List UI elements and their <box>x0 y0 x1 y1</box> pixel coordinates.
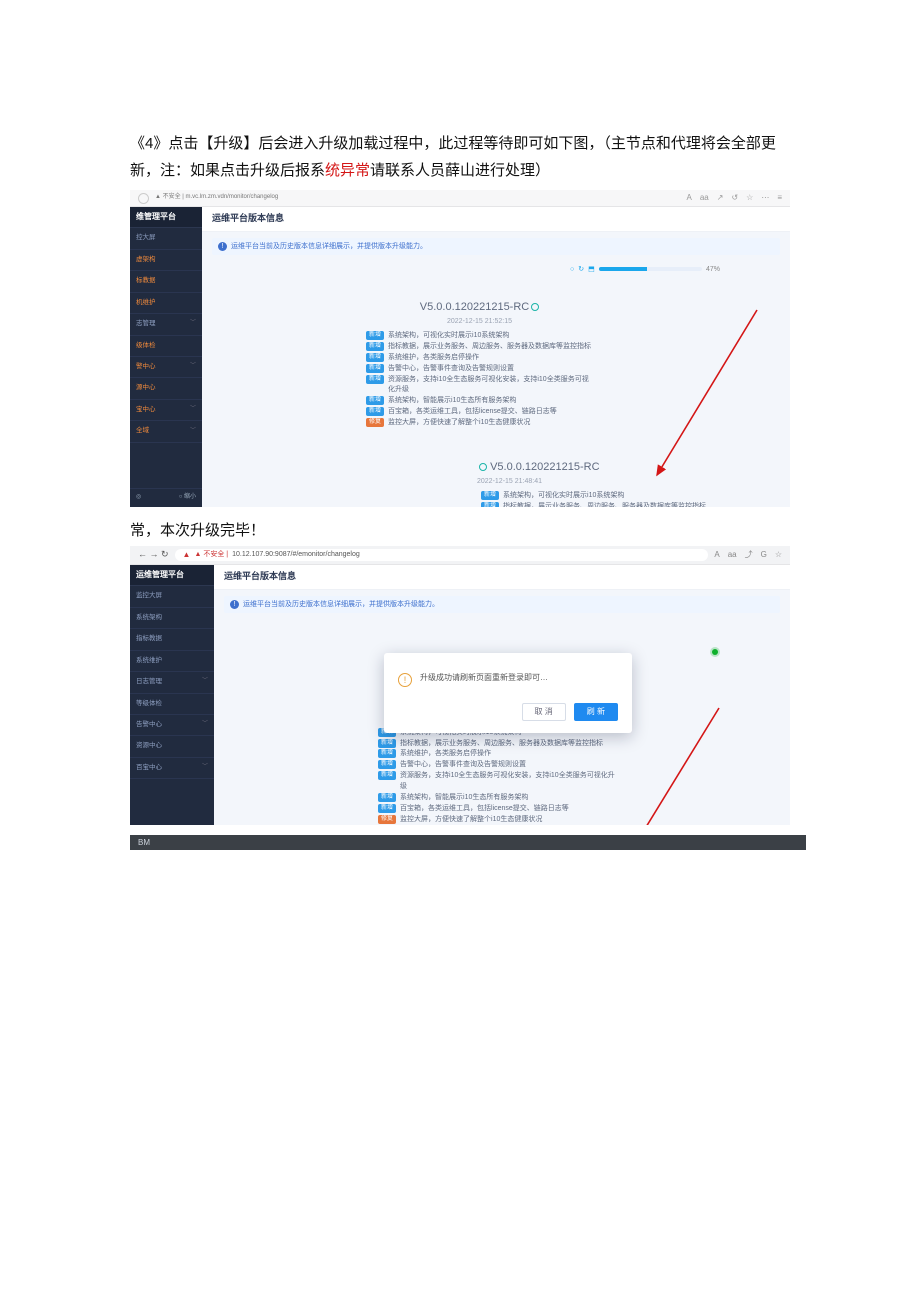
ring-icon <box>531 303 539 311</box>
toolbar-icon[interactable]: A <box>714 550 719 560</box>
changelog-row: 修复监控大屏，方便快速了解整个i10生态健康状况 <box>378 815 620 825</box>
sidebar-item[interactable]: 虚架构 <box>130 250 202 271</box>
bm-bar: BM <box>130 835 806 850</box>
status-dot-icon <box>712 649 718 655</box>
changelog-row: 新增指标教据，展示业务服务、周边服务、服务器及数据库等监控指标 <box>378 739 620 750</box>
version-card-1: V5.0.0.120221215-RC 2022-12-15 21:52:15 … <box>362 300 597 429</box>
toolbar-icon[interactable]: ⤴ <box>745 550 753 560</box>
card-title: 运维平台版本信息 <box>214 565 790 590</box>
changelog-row: 新增资源服务，支持i10全生态服务可视化安装，支持i10全类服务可视化升级 <box>378 771 620 793</box>
sidebar-item[interactable]: 级体检 <box>130 336 202 357</box>
sidebar-item[interactable]: 全域﹀ <box>130 421 202 442</box>
sidebar-item[interactable]: 宝中心﹀ <box>130 400 202 421</box>
version-card-1: 新增系统架构，可视化实时展示i10系统架构新增指标教据，展示业务服务、周边服务、… <box>374 728 624 825</box>
changelog-row: 新增资源服务，支持i10全生态服务可视化安装，支持i10全类服务可视化升级 <box>366 375 593 397</box>
ring-icon <box>479 463 487 471</box>
toolbar-icon[interactable]: ⋯ <box>761 193 769 203</box>
changelog-row: 新增告警中心，告警事件查询及告警规则设置 <box>378 760 620 771</box>
lock-icon: ▲ <box>183 550 191 560</box>
changelog-row: 新增百宝箱，各类运维工具，包括license提交、链路日志等 <box>378 804 620 815</box>
toolbar-icon[interactable]: ≡ <box>777 193 782 203</box>
changelog-row: 新增系统架构，可视化实时展示i10系统架构 <box>366 331 593 342</box>
changelog-row: 新增指标教据，展示业务服务、周边服务、服务器及数据库等监控指标 <box>366 342 593 353</box>
sidebar-item[interactable]: 监控大屏 <box>130 586 214 607</box>
sidebar-item[interactable]: 指标教据 <box>130 629 214 650</box>
toolbar-icon[interactable]: aa <box>700 193 709 203</box>
step4-text: 《4》点击【升级】后会进入升级加载过程中，此过程等待即可如下图，（主节点和代理将… <box>130 130 790 184</box>
sidebar-item[interactable]: 百宝中心﹀ <box>130 758 214 779</box>
changelog-row: 新增系统维护，各类服务启停操作 <box>366 353 593 364</box>
sidebar-brand: 运维管理平台 <box>130 565 214 586</box>
changelog-row: 新增系统架构，智能展示i10生态所有服务架构 <box>366 396 593 407</box>
sidebar: 运维管理平台 监控大屏系统架构指标教据系统维护日志管理﹀等级体检告警中心﹀资源中… <box>130 565 214 825</box>
changelog-row: 新增系统维护，各类服务启停操作 <box>378 749 620 760</box>
sidebar-item[interactable]: 资源中心 <box>130 736 214 757</box>
refresh-button[interactable]: 刷 新 <box>574 703 618 721</box>
changelog-row: 新增指标教据，展示业务服务、周边服务、服务器及数据库等监控指标 <box>481 502 718 507</box>
toolbar-icon[interactable]: ☆ <box>746 193 753 203</box>
changelog-row: 新增百宝箱，各类运维工具，包括license提交、链路日志等 <box>366 407 593 418</box>
changelog-row: 新增告警中心，告警事件查询及告警规则设置 <box>366 364 593 375</box>
changelog-row: 修复监控大屏，方便快速了解整个i10生态健康状况 <box>366 418 593 429</box>
toolbar-icon[interactable]: A <box>687 193 692 203</box>
browser-bar: ▲ 不安全 | m.vc.lm.zm.vdn/monitor/changelog… <box>130 190 790 207</box>
cancel-button[interactable]: 取 消 <box>522 703 566 721</box>
sidebar-item[interactable]: 源中心 <box>130 378 202 399</box>
sidebar-item[interactable]: 机维护 <box>130 293 202 314</box>
info-alert: 运维平台当前及历史版本信息详细展示，并提供版本升级能力。 <box>224 596 780 613</box>
tab-dot-icon <box>138 193 149 204</box>
nav-arrows[interactable]: ← → ↻ <box>138 549 169 561</box>
toolbar-icon[interactable]: ↺ <box>731 193 738 203</box>
warn-icon: ! <box>398 673 412 687</box>
address-bar[interactable]: ▲ 不安全 | m.vc.lm.zm.vdn/monitor/changelog <box>155 194 681 202</box>
sidebar-item[interactable]: 控大屏 <box>130 228 202 249</box>
upgrade-success-modal: ! 升级成功请刷新页面重新登录即可… 取 消 刷 新 <box>384 653 632 733</box>
toolbar-icon[interactable]: ↗ <box>717 193 724 203</box>
browser-bar: ← → ↻ ▲ ▲ 不安全 | 10.12.107.90:9087/#/emon… <box>130 546 790 565</box>
sidebar: 维管理平台 控大屏虚架构标教据机维护志管理﹀级体检警中心﹀源中心宝中心﹀全域﹀ … <box>130 207 202 507</box>
status-done-text: 常，本次升级完毕！ <box>130 517 790 544</box>
sidebar-item[interactable]: 系统维护 <box>130 651 214 672</box>
address-bar[interactable]: ▲ ▲ 不安全 | 10.12.107.90:9087/#/emonitor/c… <box>175 549 709 561</box>
card-title: 运维平台版本信息 <box>202 207 790 232</box>
toolbar-icon[interactable]: G <box>761 550 767 560</box>
toolbar-icon[interactable]: aa <box>728 550 737 560</box>
sidebar-item[interactable]: 等级体检 <box>130 694 214 715</box>
sidebar-item[interactable]: 系统架构 <box>130 608 214 629</box>
sidebar-brand: 维管理平台 <box>130 207 202 228</box>
changelog-row: 新增系统架构，智能展示i10生态所有服务架构 <box>378 793 620 804</box>
sidebar-item[interactable]: 告警中心﹀ <box>130 715 214 736</box>
changelog-row: 新增系统架构，可视化实时展示i10系统架构 <box>481 491 718 502</box>
toolbar-icon[interactable]: ☆ <box>775 550 782 560</box>
sidebar-footer: ◎ ○ 缩小 <box>130 488 202 507</box>
version-card-2: V5.0.0.120221215-RC 2022-12-15 21:48:41 … <box>477 460 722 507</box>
info-alert: 运维平台当前及历史版本信息详细展示，并提供版本升级能力。 <box>212 238 780 255</box>
screenshot-1: ▲ 不安全 | m.vc.lm.zm.vdn/monitor/changelog… <box>130 190 790 507</box>
sidebar-item[interactable]: 警中心﹀ <box>130 357 202 378</box>
progress: ○ ↻ ⬒ 47% <box>570 265 720 274</box>
screenshot-2: ← → ↻ ▲ ▲ 不安全 | 10.12.107.90:9087/#/emon… <box>130 546 790 825</box>
sidebar-item[interactable]: 标教据 <box>130 271 202 292</box>
sidebar-item[interactable]: 志管理﹀ <box>130 314 202 335</box>
sidebar-item[interactable]: 日志管理﹀ <box>130 672 214 693</box>
